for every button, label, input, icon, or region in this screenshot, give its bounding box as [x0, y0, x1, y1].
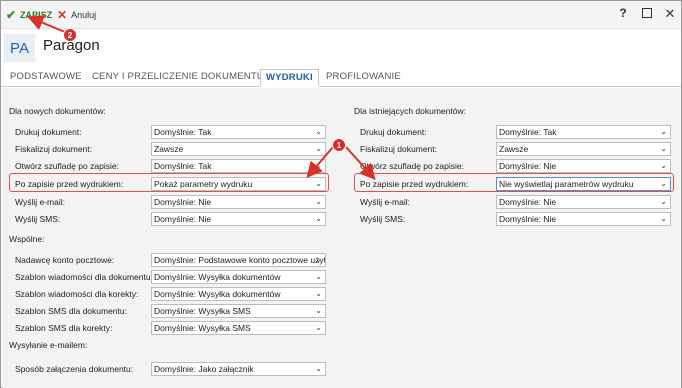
- attachment-method-select[interactable]: Domyślnie: Jako załącznik ⌄: [151, 362, 326, 376]
- chevron-down-icon: ⌄: [315, 255, 322, 264]
- annotation-badge-1: 1: [332, 138, 346, 152]
- existing-send-email-select[interactable]: Domyślnie: Nie ⌄: [496, 195, 671, 209]
- dialog-window: ✔ ZAPISZ ✕ Anuluj ? ✕ PA Paragon PODSTAW…: [0, 0, 682, 388]
- row-label: Wyślij SMS:: [360, 214, 406, 224]
- row-label: Szablon wiadomości dla korekty:: [15, 289, 139, 299]
- row-label: Wyślij e-mail:: [15, 197, 65, 207]
- row-label: Fiskalizuj dokument:: [360, 144, 438, 154]
- chevron-down-icon: ⌄: [660, 214, 667, 223]
- doc-sms-template-select[interactable]: Domyślnie: Wysyłka SMS ⌄: [151, 304, 326, 318]
- row-label: Wyślij SMS:: [15, 214, 61, 224]
- chevron-down-icon: ⌄: [660, 179, 667, 188]
- close-x-icon: ✕: [57, 8, 68, 22]
- cancel-label: Anuluj: [71, 10, 97, 20]
- fiscalize-select[interactable]: Zawsze ⌄: [151, 142, 326, 156]
- chevron-down-icon: ⌄: [315, 214, 322, 223]
- row-label: Po zapisie przed wydrukiem:: [360, 179, 469, 189]
- row-label: Drukuj dokument:: [360, 127, 427, 137]
- send-sms-select[interactable]: Domyślnie: Nie ⌄: [151, 212, 326, 226]
- chevron-down-icon: ⌄: [315, 144, 322, 153]
- correction-email-template-select[interactable]: Domyślnie: Wysyłka dokumentów ⌄: [151, 287, 326, 301]
- row-label: Szablon SMS dla korekty:: [15, 323, 113, 333]
- chevron-down-icon: ⌄: [660, 161, 667, 170]
- help-button[interactable]: ?: [615, 6, 631, 20]
- existing-send-sms-select[interactable]: Domyślnie: Nie ⌄: [496, 212, 671, 226]
- existing-after-save-before-print-select[interactable]: Nie wyświetlaj parametrów wydruku ⌄: [496, 177, 671, 191]
- row-label: Nadawcę konto pocztowe:: [15, 255, 115, 265]
- chevron-down-icon: ⌄: [315, 197, 322, 206]
- after-save-before-print-select[interactable]: Pokaż parametry wydruku ⌄: [151, 177, 326, 191]
- tab-bar: PODSTAWOWE CENY I PRZELICZENIE DOKUMENTU…: [1, 67, 681, 87]
- open-drawer-select[interactable]: Domyślnie: Tak ⌄: [151, 159, 326, 173]
- existing-print-document-select[interactable]: Domyślnie: Tak ⌄: [496, 125, 671, 139]
- row-label: Wyślij e-mail:: [360, 197, 410, 207]
- chevron-down-icon: ⌄: [660, 127, 667, 136]
- chevron-down-icon: ⌄: [315, 272, 322, 281]
- row-label: Fiskalizuj dokument:: [15, 144, 93, 154]
- annotation-badge-2: 2: [63, 28, 77, 42]
- existing-open-drawer-select[interactable]: Domyślnie: Nie ⌄: [496, 159, 671, 173]
- doc-email-template-select[interactable]: Domyślnie: Wysyłka dokumentów ⌄: [151, 270, 326, 284]
- chevron-down-icon: ⌄: [315, 289, 322, 298]
- cancel-button[interactable]: ✕ Anuluj: [57, 7, 96, 23]
- row-label: Otwórz szufladę po zapisie:: [360, 161, 464, 171]
- chevron-down-icon: ⌄: [315, 161, 322, 170]
- row-label: Sposób załączenia dokumentu:: [15, 364, 134, 374]
- email-sending-heading: Wysyłanie e-mailem:: [9, 340, 88, 350]
- row-label: Szablon SMS dla dokumentu:: [15, 306, 127, 316]
- sender-account-select[interactable]: Domyślnie: Podstawowe konto pocztowe uży…: [151, 253, 326, 267]
- chevron-down-icon: ⌄: [660, 144, 667, 153]
- row-label: Drukuj dokument:: [15, 127, 82, 137]
- tab-podstawowe[interactable]: PODSTAWOWE: [5, 69, 87, 86]
- chevron-down-icon: ⌄: [315, 323, 322, 332]
- correction-sms-template-select[interactable]: Domyślnie: Wysyłka SMS ⌄: [151, 321, 326, 335]
- tab-wydruki[interactable]: WYDRUKI: [260, 69, 319, 87]
- maximize-button[interactable]: [639, 6, 655, 21]
- chevron-down-icon: ⌄: [315, 306, 322, 315]
- existing-fiscalize-select[interactable]: Zawsze ⌄: [496, 142, 671, 156]
- row-label: Szablon wiadomości dla dokumentu:: [15, 272, 153, 282]
- tab-profilowanie[interactable]: PROFILOWANIE: [321, 69, 406, 86]
- print-document-select[interactable]: Domyślnie: Tak ⌄: [151, 125, 326, 139]
- avatar: PA: [4, 34, 35, 62]
- save-label: ZAPISZ: [20, 10, 53, 20]
- toolbar: ✔ ZAPISZ ✕ Anuluj ? ✕: [1, 1, 681, 29]
- row-label: Otwórz szufladę po zapisie:: [15, 161, 119, 171]
- new-docs-heading: Dla nowych dokumentów:: [9, 106, 106, 116]
- row-label: Po zapisie przed wydrukiem:: [15, 179, 124, 189]
- chevron-down-icon: ⌄: [660, 197, 667, 206]
- common-heading: Wspólne:: [9, 234, 45, 244]
- send-email-select[interactable]: Domyślnie: Nie ⌄: [151, 195, 326, 209]
- header: [1, 29, 681, 67]
- chevron-down-icon: ⌄: [315, 179, 322, 188]
- chevron-down-icon: ⌄: [315, 364, 322, 373]
- maximize-icon: [642, 8, 652, 18]
- checkmark-icon: ✔: [6, 8, 17, 22]
- chevron-down-icon: ⌄: [315, 127, 322, 136]
- save-button[interactable]: ✔ ZAPISZ: [6, 7, 52, 23]
- existing-docs-heading: Dla istniejących dokumentów:: [354, 106, 466, 116]
- tab-ceny[interactable]: CENY I PRZELICZENIE DOKUMENTU: [87, 69, 269, 86]
- close-button[interactable]: ✕: [662, 6, 678, 22]
